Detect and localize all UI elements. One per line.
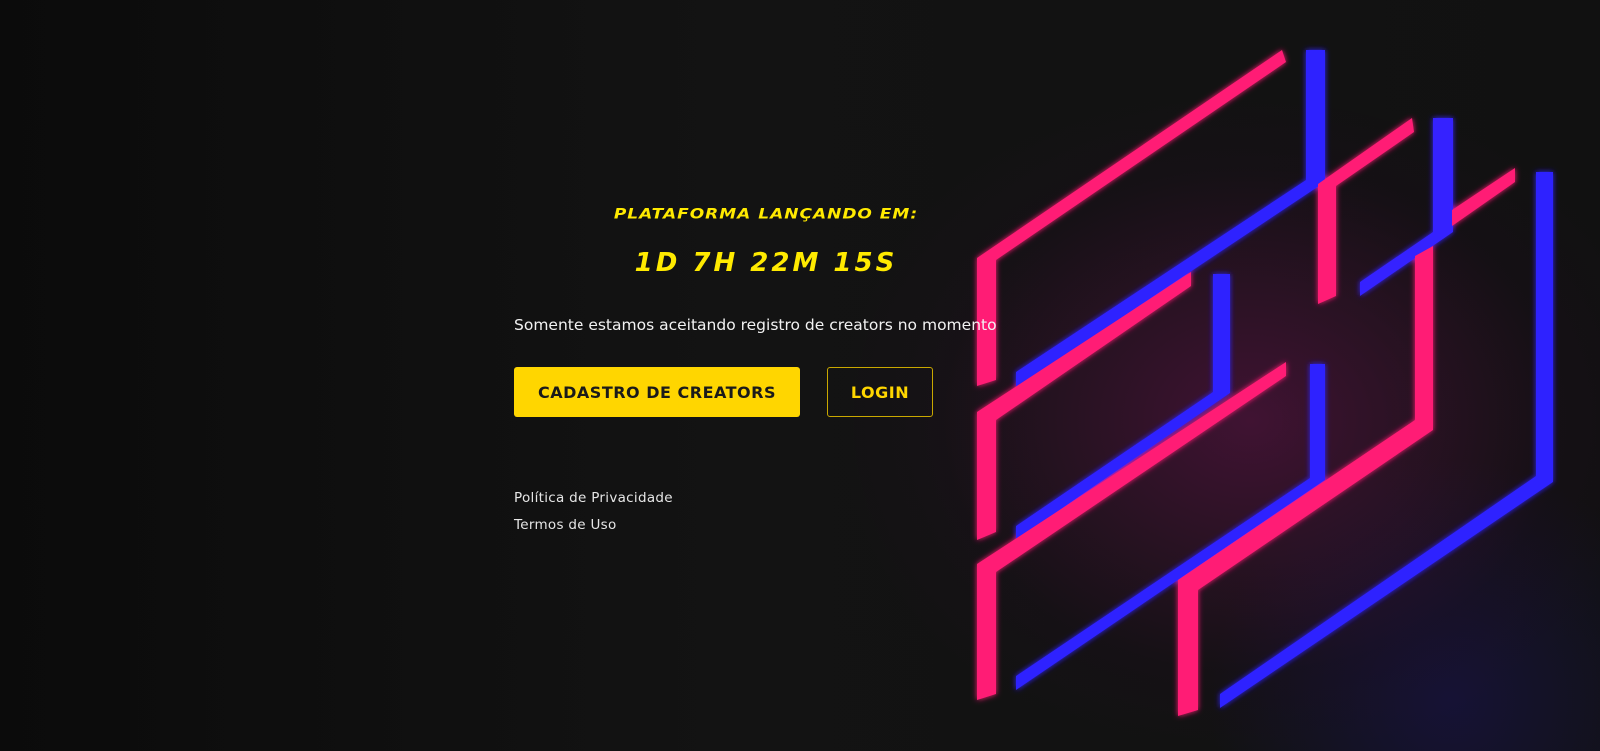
privacy-policy-link[interactable]: Política de Privacidade — [514, 490, 673, 506]
neon-lines — [977, 50, 1553, 716]
launch-countdown: 1D 7H 22M 15S — [634, 248, 898, 278]
landing-page: PLATAFORMA LANÇANDO EM: 1D 7H 22M 15S So… — [0, 0, 1600, 751]
neon-pink-shape — [1318, 118, 1414, 304]
login-button[interactable]: LOGIN — [827, 367, 933, 417]
terms-of-use-link[interactable]: Termos de Uso — [514, 517, 617, 533]
neon-blue-shape — [1016, 50, 1325, 388]
creator-signup-button[interactable]: CADASTRO DE CREATORS — [514, 367, 800, 417]
neon-blue-shape — [1360, 118, 1453, 296]
neon-pink-shape — [1452, 168, 1515, 226]
neon-background-art — [977, 50, 1553, 716]
registration-notice: Somente estamos aceitando registro de cr… — [514, 316, 997, 334]
neon-pink-shape — [977, 50, 1286, 386]
launch-heading: PLATAFORMA LANÇANDO EM: — [613, 205, 919, 223]
